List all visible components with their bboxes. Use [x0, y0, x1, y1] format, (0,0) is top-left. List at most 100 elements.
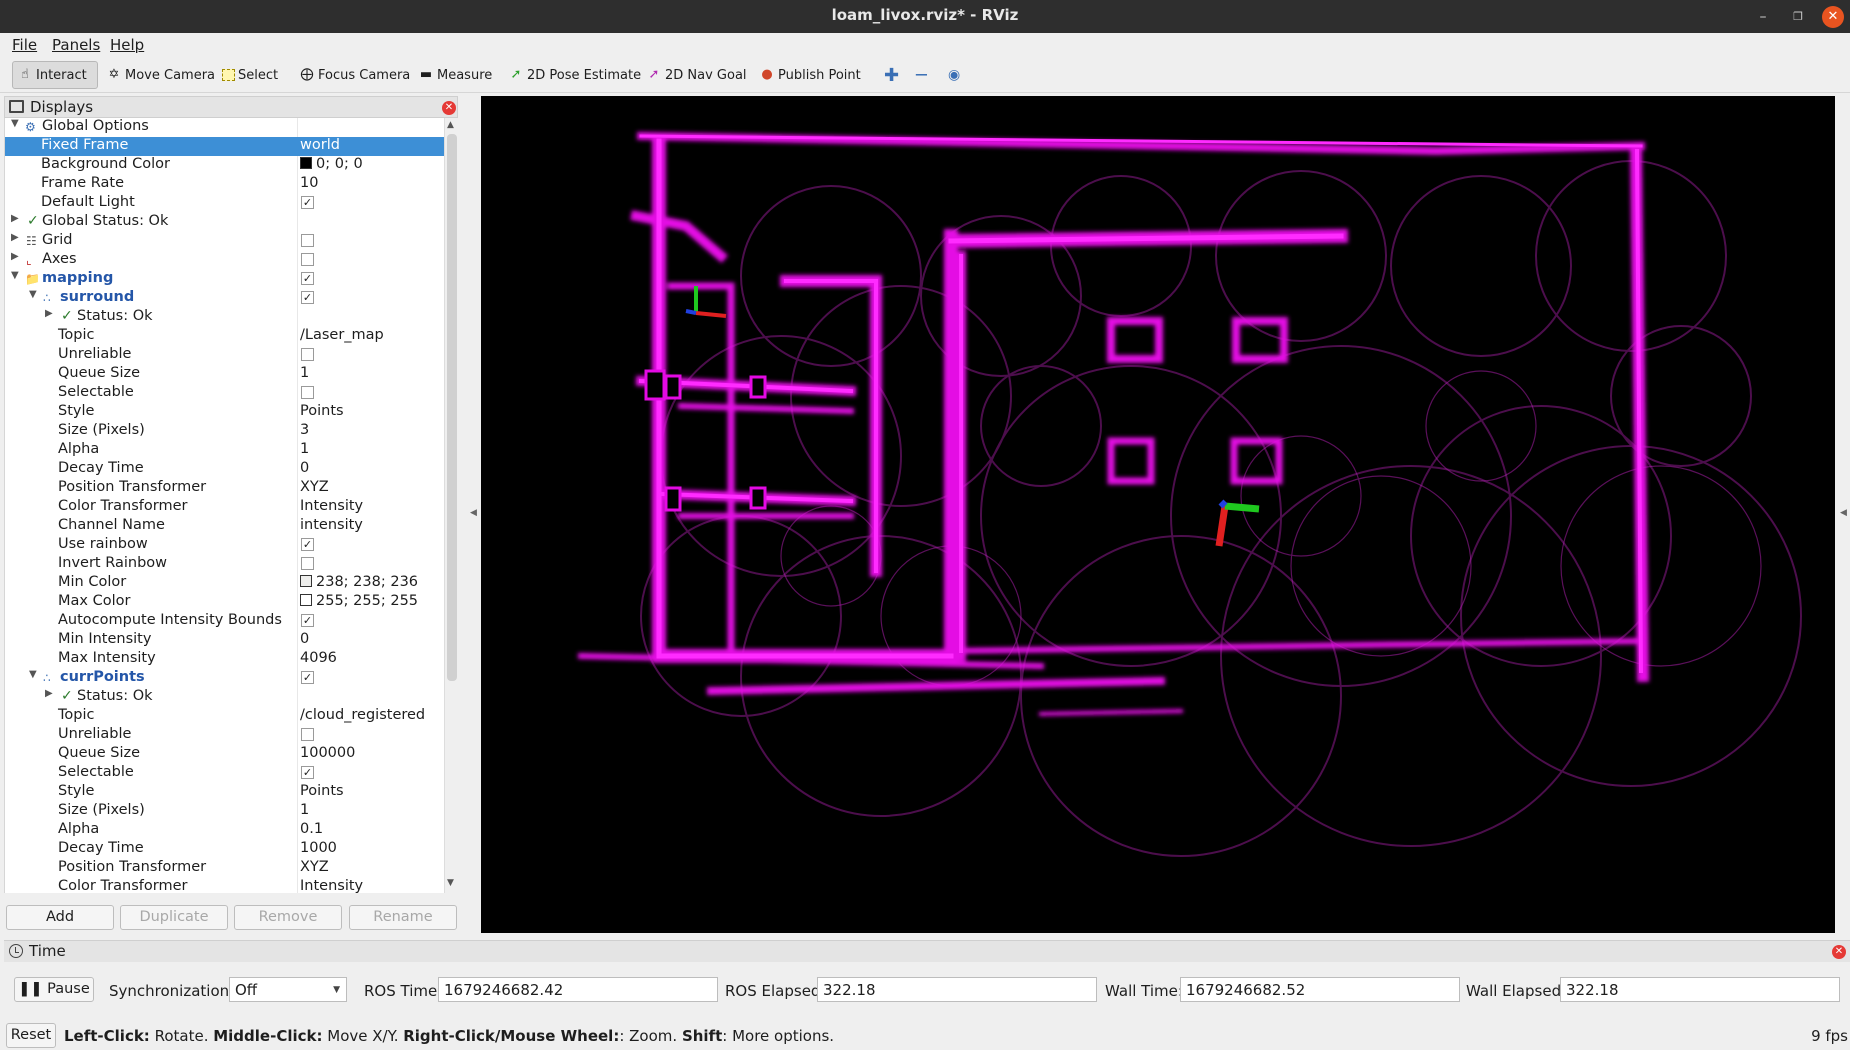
3d-viewport[interactable]	[481, 96, 1835, 933]
remove-button[interactable]: Remove	[234, 905, 342, 930]
tree-row-channel-name[interactable]: Channel Name intensity	[5, 517, 444, 536]
remove-tool-icon[interactable]: ─	[912, 61, 931, 89]
expand-arrow-icon[interactable]: ▶	[11, 251, 19, 262]
tree-row-min-intensity[interactable]: Min Intensity 0	[5, 631, 444, 650]
tree-row-selectable[interactable]: Selectable	[5, 384, 444, 403]
checkbox-unchecked[interactable]	[301, 728, 314, 741]
wall-time-field[interactable]: 1679246682.52	[1180, 977, 1460, 1002]
checkbox-unchecked[interactable]	[301, 234, 314, 247]
tree-row-color-transformer[interactable]: Color Transformer Intensity	[5, 498, 444, 517]
minimize-icon[interactable]: –	[1752, 6, 1774, 28]
tree-row-frame-rate[interactable]: Frame Rate 10	[5, 175, 444, 194]
row-value[interactable]: Intensity	[300, 498, 363, 514]
tree-row-decay-time[interactable]: Decay Time 1000	[5, 840, 444, 859]
row-value[interactable]: XYZ	[300, 859, 329, 875]
checkbox-checked[interactable]: ✓	[301, 538, 314, 551]
tree-row-invert-rainbow[interactable]: Invert Rainbow	[5, 555, 444, 574]
tree-row-status-ok[interactable]: ▶ ✓ Status: Ok	[5, 688, 444, 707]
tree-row-max-intensity[interactable]: Max Intensity 4096	[5, 650, 444, 669]
checkbox-checked[interactable]: ✓	[301, 766, 314, 779]
row-value[interactable]: world	[300, 137, 340, 153]
tree-row-use-rainbow[interactable]: Use rainbow ✓	[5, 536, 444, 555]
duplicate-button[interactable]: Duplicate	[120, 905, 228, 930]
tree-row-axes[interactable]: ▶ ⌞ Axes	[5, 251, 444, 270]
ros-time-field[interactable]: 1679246682.42	[438, 977, 718, 1002]
scroll-down-icon[interactable]: ▼	[447, 878, 454, 888]
tree-row-grid[interactable]: ▶ ☷ Grid	[5, 232, 444, 251]
row-value[interactable]: 1000	[300, 840, 337, 856]
menu-help[interactable]: Help	[110, 36, 144, 54]
tree-row-min-color[interactable]: Min Color 238; 238; 236	[5, 574, 444, 593]
checkbox-checked[interactable]: ✓	[301, 291, 314, 304]
tree-row-style[interactable]: Style Points	[5, 403, 444, 422]
expand-arrow-icon[interactable]: ▶	[45, 688, 53, 699]
tree-row-alpha[interactable]: Alpha 0.1	[5, 821, 444, 840]
reset-button[interactable]: Reset	[6, 1023, 56, 1048]
tree-row-unreliable[interactable]: Unreliable	[5, 346, 444, 365]
focus-camera-button[interactable]: ⨁ Focus Camera	[295, 61, 414, 89]
collapse-arrow-icon[interactable]: ▼	[11, 118, 19, 129]
tree-row-mapping[interactable]: ▼ 📁 mapping ✓	[5, 270, 444, 289]
maximize-icon[interactable]: ❐	[1787, 6, 1809, 28]
tree-row-size-pixels[interactable]: Size (Pixels) 3	[5, 422, 444, 441]
color-swatch[interactable]	[300, 575, 312, 587]
row-value[interactable]: 0	[300, 631, 309, 647]
pause-button[interactable]: ❚❚ Pause	[14, 977, 94, 1002]
splitter-left-arrow-icon[interactable]: ◀	[470, 508, 477, 518]
row-value[interactable]: 1	[300, 802, 309, 818]
tree-row-unreliable[interactable]: Unreliable	[5, 726, 444, 745]
row-value[interactable]: 4096	[300, 650, 337, 666]
row-value[interactable]: Points	[300, 783, 344, 799]
select-button[interactable]: Select	[218, 61, 282, 89]
tree-row-position-transformer[interactable]: Position Transformer XYZ	[5, 479, 444, 498]
displays-scrollbar[interactable]: ▲ ▼	[444, 118, 458, 893]
color-swatch[interactable]	[300, 594, 312, 606]
tree-row-queue-size[interactable]: Queue Size 100000	[5, 745, 444, 764]
close-panel-icon[interactable]: ✕	[1832, 945, 1846, 959]
row-value[interactable]: 255; 255; 255	[300, 593, 418, 609]
tree-row-color-transformer[interactable]: Color Transformer Intensity	[5, 878, 444, 893]
tree-row-background-color[interactable]: Background Color 0; 0; 0	[5, 156, 444, 175]
menu-panels[interactable]: Panels	[52, 36, 100, 54]
wall-elapsed-field[interactable]: 322.18	[1560, 977, 1840, 1002]
row-value[interactable]: 0; 0; 0	[300, 156, 363, 172]
tree-row-style[interactable]: Style Points	[5, 783, 444, 802]
row-value[interactable]: 1	[300, 441, 309, 457]
add-button[interactable]: Add	[6, 905, 114, 930]
row-value[interactable]: 1	[300, 365, 309, 381]
tree-row-global-options[interactable]: ▼ ⚙ Global Options	[5, 118, 444, 137]
row-value[interactable]: 100000	[300, 745, 355, 761]
row-value[interactable]: Points	[300, 403, 344, 419]
expand-arrow-icon[interactable]: ▶	[11, 232, 19, 243]
row-value[interactable]: XYZ	[300, 479, 329, 495]
row-value[interactable]: 0	[300, 460, 309, 476]
row-value[interactable]: /cloud_registered	[300, 707, 425, 723]
tree-row-alpha[interactable]: Alpha 1	[5, 441, 444, 460]
tree-row-surround[interactable]: ▼ ∴ surround ✓	[5, 289, 444, 308]
row-value[interactable]: /Laser_map	[300, 327, 384, 343]
scroll-up-icon[interactable]: ▲	[447, 120, 454, 130]
ros-elapsed-field[interactable]: 322.18	[817, 977, 1097, 1002]
sync-select[interactable]: Off ▼	[229, 977, 347, 1002]
tree-row-max-color[interactable]: Max Color 255; 255; 255	[5, 593, 444, 612]
splitter-right-arrow-icon[interactable]: ◀	[1840, 508, 1847, 518]
checkbox-unchecked[interactable]	[301, 557, 314, 570]
add-tool-icon[interactable]: ✚	[880, 61, 903, 89]
interact-tool-button[interactable]: ☝ Interact	[12, 61, 98, 89]
checkbox-unchecked[interactable]	[301, 253, 314, 266]
row-value[interactable]: 3	[300, 422, 309, 438]
tree-row-autocompute-bounds[interactable]: Autocompute Intensity Bounds ✓	[5, 612, 444, 631]
collapse-arrow-icon[interactable]: ▼	[29, 289, 37, 300]
checkbox-checked[interactable]: ✓	[301, 196, 314, 209]
scrollbar-thumb[interactable]	[447, 134, 457, 681]
collapse-arrow-icon[interactable]: ▼	[29, 669, 37, 680]
tree-row-status-ok[interactable]: ▶ ✓ Status: Ok	[5, 308, 444, 327]
expand-arrow-icon[interactable]: ▶	[11, 213, 19, 224]
row-value[interactable]: 238; 238; 236	[300, 574, 418, 590]
measure-button[interactable]: ▬ Measure	[414, 61, 496, 89]
tree-row-size-pixels[interactable]: Size (Pixels) 1	[5, 802, 444, 821]
checkbox-checked[interactable]: ✓	[301, 272, 314, 285]
publish-point-button[interactable]: ● Publish Point	[755, 61, 865, 89]
row-value[interactable]: intensity	[300, 517, 363, 533]
row-value[interactable]: 10	[300, 175, 318, 191]
